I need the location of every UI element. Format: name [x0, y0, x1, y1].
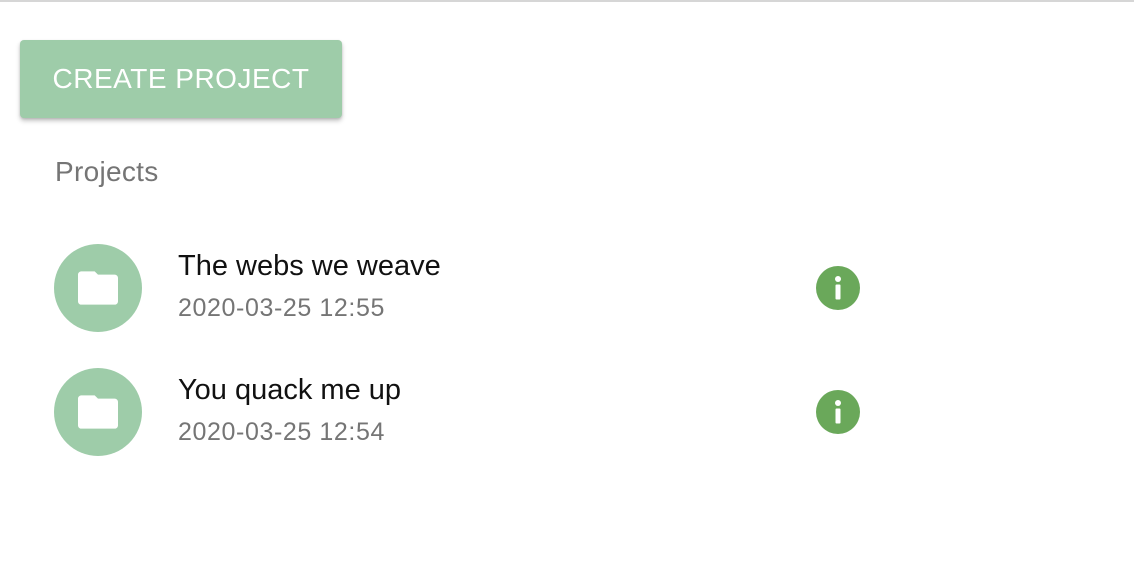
project-list: The webs we weave 2020-03-25 12:55 You q… — [0, 2, 1134, 574]
project-avatar — [54, 244, 142, 332]
projects-page: CREATE PROJECT Projects The webs we weav… — [0, 0, 1134, 574]
project-info-button[interactable] — [816, 266, 860, 310]
info-icon — [816, 390, 860, 434]
folder-icon — [78, 395, 118, 429]
project-list-item[interactable]: The webs we weave 2020-03-25 12:55 — [0, 244, 900, 344]
folder-icon — [78, 271, 118, 305]
project-list-item[interactable]: You quack me up 2020-03-25 12:54 — [0, 368, 900, 468]
project-info-button[interactable] — [816, 390, 860, 434]
project-name: The webs we weave — [178, 250, 441, 282]
project-date: 2020-03-25 12:54 — [178, 418, 385, 446]
info-icon — [816, 266, 860, 310]
project-name: You quack me up — [178, 374, 402, 406]
project-date: 2020-03-25 12:55 — [178, 294, 385, 322]
project-avatar — [54, 368, 142, 456]
